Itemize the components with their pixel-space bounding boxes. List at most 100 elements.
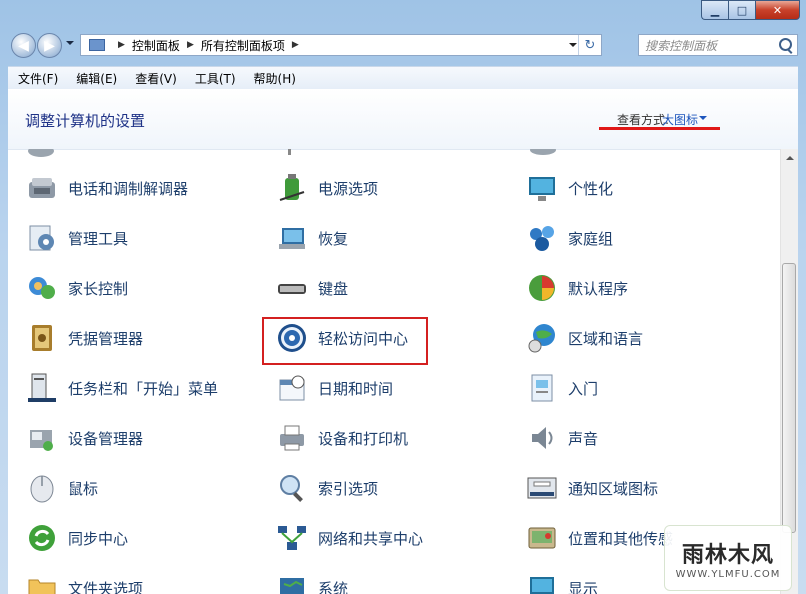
control-panel-item-label[interactable]: 家庭组 bbox=[568, 228, 613, 249]
control-panel-item[interactable]: 同步中心 bbox=[26, 518, 128, 558]
control-panel-item-label[interactable]: 日期和时间 bbox=[318, 378, 393, 399]
recent-pages-dropdown[interactable] bbox=[66, 41, 74, 45]
control-panel-item-label[interactable]: 通知区域图标 bbox=[568, 478, 658, 499]
control-panel-item-label[interactable]: 家长控制 bbox=[68, 278, 128, 299]
control-panel-item[interactable]: 鼠标 bbox=[26, 468, 98, 508]
search-icon[interactable] bbox=[779, 38, 792, 51]
control-panel-item-label[interactable]: 默认程序 bbox=[568, 278, 628, 299]
breadcrumb-separator[interactable]: ▶ bbox=[292, 40, 299, 50]
scroll-up-icon[interactable] bbox=[781, 149, 798, 166]
control-panel-item-label[interactable]: 文件夹选项 bbox=[68, 578, 143, 594]
control-panel-item[interactable]: 个性化 bbox=[526, 168, 613, 208]
control-panel-item-label[interactable]: 键盘 bbox=[318, 278, 348, 299]
minimize-button[interactable]: ▁ bbox=[701, 0, 728, 20]
breadcrumb-separator[interactable]: ▶ bbox=[187, 40, 194, 50]
annotation-highlight-box bbox=[262, 317, 428, 365]
control-panel-item[interactable]: 设备管理器 bbox=[26, 418, 143, 458]
control-panel-item[interactable]: 文件夹选项 bbox=[26, 568, 143, 594]
control-panel-item-label[interactable]: 网络和共享中心 bbox=[318, 528, 423, 549]
control-panel-item[interactable]: 声音 bbox=[526, 418, 598, 458]
indexing-options-icon bbox=[276, 472, 308, 504]
partial-icon bbox=[28, 149, 54, 157]
control-panel-item-label[interactable]: 索引选项 bbox=[318, 478, 378, 499]
scrollbar-thumb[interactable] bbox=[782, 263, 796, 533]
chevron-down-icon[interactable] bbox=[699, 116, 707, 120]
menu-help[interactable]: 帮助(H) bbox=[244, 70, 304, 87]
menu-bar: 文件(F) 编辑(E) 查看(V) 工具(T) 帮助(H) bbox=[8, 66, 798, 90]
back-arrow-icon: ◀ bbox=[18, 37, 29, 54]
breadcrumb-control-panel[interactable]: 控制面板 bbox=[132, 37, 180, 54]
search-placeholder: 搜索控制面板 bbox=[645, 38, 718, 53]
control-panel-item[interactable]: 系统 bbox=[276, 568, 348, 594]
watermark-url: WWW.YLMFU.COM bbox=[675, 568, 781, 580]
control-panel-item-label[interactable]: 恢复 bbox=[318, 228, 348, 249]
control-panel-item-label[interactable]: 管理工具 bbox=[68, 228, 128, 249]
notification-area-icon bbox=[526, 472, 558, 504]
sound-icon bbox=[526, 422, 558, 454]
control-panel-item-label[interactable]: 区域和语言 bbox=[568, 328, 643, 349]
taskbar-start-menu-icon bbox=[26, 372, 58, 404]
control-panel-item[interactable]: 键盘 bbox=[276, 268, 348, 308]
search-input[interactable]: 搜索控制面板 bbox=[638, 34, 798, 56]
control-panel-item-label[interactable]: 入门 bbox=[568, 378, 598, 399]
control-panel-item[interactable]: 日期和时间 bbox=[276, 368, 393, 408]
control-panel-item-label[interactable]: 同步中心 bbox=[68, 528, 128, 549]
control-panel-item[interactable]: 位置和其他传感 bbox=[526, 518, 673, 558]
control-panel-item[interactable]: 电话和调制解调器 bbox=[26, 168, 188, 208]
partial-icon bbox=[530, 149, 556, 155]
location-sensors-icon bbox=[526, 522, 558, 554]
control-panel-item[interactable]: 管理工具 bbox=[26, 218, 128, 258]
control-panel-icon bbox=[89, 39, 105, 51]
control-panel-item[interactable]: 凭据管理器 bbox=[26, 318, 143, 358]
menu-edit[interactable]: 编辑(E) bbox=[66, 70, 125, 87]
control-panel-item-label[interactable]: 鼠标 bbox=[68, 478, 98, 499]
control-panel-item[interactable]: 显示 bbox=[526, 568, 598, 594]
address-bar[interactable]: ▶ 控制面板 ▶ 所有控制面板项 ▶ ↻ bbox=[80, 34, 602, 56]
control-panel-item-label[interactable]: 设备和打印机 bbox=[318, 428, 408, 449]
content-area: 调整计算机的设置 查看方式: 大图标 电话和调制解调器 电源选项 个性化 管理工具 恢复… bbox=[8, 89, 798, 594]
system-icon bbox=[276, 572, 308, 594]
control-panel-item-label[interactable]: 显示 bbox=[568, 578, 598, 594]
forward-arrow-icon: ▶ bbox=[44, 37, 55, 54]
display-icon bbox=[526, 572, 558, 594]
view-by-dropdown[interactable]: 大图标 bbox=[662, 111, 698, 128]
watermark-logo: 雨林木风 WWW.YLMFU.COM bbox=[664, 525, 792, 591]
homegroup-icon bbox=[526, 222, 558, 254]
control-panel-item-label[interactable]: 电话和调制解调器 bbox=[68, 178, 188, 199]
control-panel-item-label[interactable]: 设备管理器 bbox=[68, 428, 143, 449]
menu-tools[interactable]: 工具(T) bbox=[185, 70, 244, 87]
control-panel-item-label[interactable]: 电源选项 bbox=[318, 178, 378, 199]
address-dropdown-icon[interactable] bbox=[569, 43, 577, 47]
control-panel-item[interactable]: 通知区域图标 bbox=[526, 468, 658, 508]
control-panel-item[interactable]: 电源选项 bbox=[276, 168, 378, 208]
control-panel-item-label[interactable]: 个性化 bbox=[568, 178, 613, 199]
phone-modem-icon bbox=[26, 172, 58, 204]
control-panel-item[interactable]: 任务栏和「开始」菜单 bbox=[26, 368, 218, 408]
forward-button[interactable]: ▶ bbox=[37, 33, 62, 58]
control-panel-item-label[interactable]: 系统 bbox=[318, 578, 348, 594]
control-panel-item[interactable]: 家庭组 bbox=[526, 218, 613, 258]
refresh-icon[interactable]: ↻ bbox=[578, 35, 601, 55]
control-panel-item[interactable]: 默认程序 bbox=[526, 268, 628, 308]
keyboard-icon bbox=[276, 272, 308, 304]
maximize-button[interactable]: □ bbox=[728, 0, 755, 20]
control-panel-item[interactable]: 恢复 bbox=[276, 218, 348, 258]
partial-icon bbox=[288, 149, 291, 155]
control-panel-item-label[interactable]: 任务栏和「开始」菜单 bbox=[68, 378, 218, 399]
breadcrumb-separator[interactable]: ▶ bbox=[118, 40, 125, 50]
menu-view[interactable]: 查看(V) bbox=[125, 70, 185, 87]
close-button[interactable]: ✕ bbox=[755, 0, 800, 20]
control-panel-item[interactable]: 索引选项 bbox=[276, 468, 378, 508]
control-panel-item-label[interactable]: 位置和其他传感 bbox=[568, 528, 673, 549]
control-panel-item[interactable]: 区域和语言 bbox=[526, 318, 643, 358]
control-panel-item-label[interactable]: 凭据管理器 bbox=[68, 328, 143, 349]
control-panel-item[interactable]: 设备和打印机 bbox=[276, 418, 408, 458]
control-panel-item[interactable]: 网络和共享中心 bbox=[276, 518, 423, 558]
back-button[interactable]: ◀ bbox=[11, 33, 36, 58]
control-panel-item[interactable]: 家长控制 bbox=[26, 268, 128, 308]
control-panel-item-label[interactable]: 声音 bbox=[568, 428, 598, 449]
breadcrumb-all-items[interactable]: 所有控制面板项 bbox=[201, 37, 285, 54]
control-panel-item[interactable]: 入门 bbox=[526, 368, 598, 408]
menu-file[interactable]: 文件(F) bbox=[8, 70, 66, 87]
default-programs-icon bbox=[526, 272, 558, 304]
